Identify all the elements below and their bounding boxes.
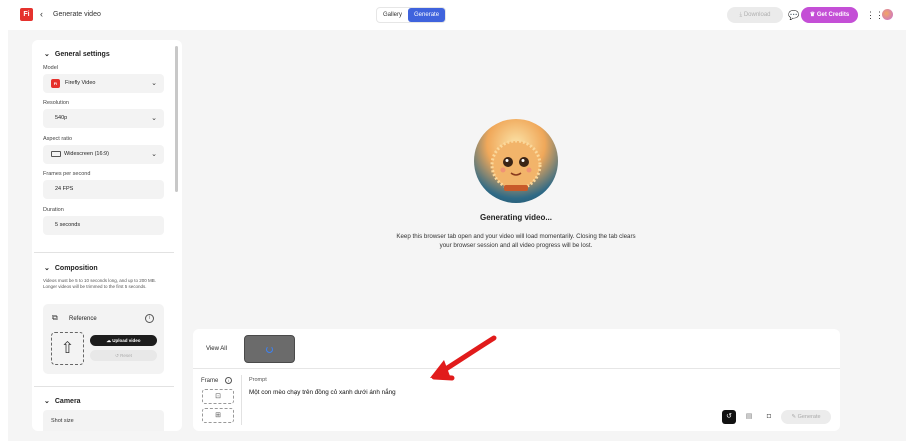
upload-video-button[interactable]: ☁ Upload video [90, 335, 157, 346]
download-label: Download [743, 12, 771, 18]
prompt-input[interactable]: Một con mèo chạy trên đồng cỏ xanh dưới … [249, 388, 396, 397]
chevron-down-icon: ⌄ [44, 265, 50, 272]
general-settings-title: General settings [54, 51, 110, 58]
info-icon[interactable]: i [225, 377, 232, 384]
get-credits-button[interactable]: ♛ Get Credits [801, 7, 858, 23]
cloud-upload-icon: ⇧ [60, 340, 75, 357]
image-add-icon: ⊡ [215, 393, 221, 400]
model-label: Model [43, 65, 58, 71]
widescreen-icon [51, 151, 61, 157]
chevron-down-icon: ⌄ [44, 398, 50, 405]
get-credits-label: Get Credits [816, 12, 850, 18]
top-bar: Fi ‹ Generate video Gallery Generate ⤓ D… [0, 0, 914, 30]
composition-title: Composition [54, 265, 98, 272]
generate-label: Generate [797, 414, 821, 420]
history-icon[interactable]: ↺ [722, 410, 736, 424]
reference-title: Reference [69, 316, 97, 322]
chevron-down-icon: ⌄ [151, 80, 157, 87]
section-divider [34, 252, 174, 253]
tab-gallery[interactable]: Gallery [377, 8, 408, 22]
frame-label: Frame [201, 378, 219, 384]
camera-icon[interactable]: ◘ [762, 410, 776, 424]
fps-value: 24 FPS [55, 186, 74, 192]
upload-video-label: Upload video [112, 338, 141, 343]
chevron-down-icon: ⌄ [44, 51, 50, 58]
generating-status-title: Generating video... [479, 213, 552, 222]
last-frame-slot[interactable]: ⊞ [202, 408, 234, 423]
feedback-icon[interactable]: 💬 [788, 9, 799, 21]
chevron-down-icon: ⌄ [151, 115, 157, 122]
annotation-arrow-icon [430, 335, 497, 381]
upload-drop-zone[interactable]: ⇧ [51, 332, 84, 365]
general-settings-header[interactable]: ⌄ General settings [44, 50, 110, 60]
model-value: Firefly Video [65, 80, 96, 86]
image-style-icon[interactable]: ▤ [742, 410, 756, 424]
fps-label: Frames per second [43, 171, 91, 177]
page-title: Generate video [53, 11, 101, 18]
firefly-model-icon: Fi [51, 79, 60, 88]
aspect-ratio-label: Aspect ratio [43, 136, 73, 142]
firefly-logo[interactable]: Fi [20, 8, 33, 21]
composition-header[interactable]: ⌄ Composition [44, 264, 98, 274]
section-divider [34, 386, 174, 387]
loading-spinner-icon [266, 346, 273, 353]
sidebar-scrollbar[interactable] [175, 46, 178, 192]
view-toggle: Gallery Generate [376, 7, 447, 23]
model-select[interactable]: Fi Firefly Video ⌄ [43, 74, 164, 93]
panel-divider [193, 368, 840, 369]
composition-note: Videos must be 5 to 10 seconds long, and… [43, 278, 156, 289]
generate-button[interactable]: ✎ Generate [781, 410, 831, 424]
view-all-link[interactable]: View All [206, 345, 227, 353]
image-add-icon: ⊞ [215, 412, 221, 419]
crown-icon: ♛ [809, 12, 817, 18]
generating-status-description: Keep this browser tab open and your vide… [396, 233, 636, 249]
download-button[interactable]: ⤓ Download [727, 7, 783, 23]
avatar[interactable] [882, 9, 893, 20]
first-frame-slot[interactable]: ⊡ [202, 389, 234, 404]
camera-header[interactable]: ⌄ Camera [44, 397, 81, 407]
shot-size-label: Shot size [51, 418, 74, 424]
reference-shapes-icon: ⧉ [52, 313, 58, 322]
camera-title: Camera [54, 398, 81, 405]
resolution-select[interactable]: 540p ⌄ [43, 109, 164, 128]
aspect-ratio-select[interactable]: Widescreen (16:9) ⌄ [43, 145, 164, 164]
frame-separator [241, 375, 242, 425]
generating-preview-image [474, 119, 558, 203]
reset-label: Reset [120, 353, 132, 358]
aspect-ratio-value: Widescreen (16:9) [64, 151, 109, 157]
back-chevron-icon[interactable]: ‹ [40, 8, 43, 21]
chevron-down-icon: ⌄ [151, 151, 157, 158]
tab-generate[interactable]: Generate [408, 8, 446, 22]
resolution-value: 540p [55, 115, 68, 121]
generating-thumbnail[interactable] [244, 335, 295, 363]
fps-field[interactable]: 24 FPS [43, 180, 164, 199]
resolution-label: Resolution [43, 100, 69, 106]
reset-button[interactable]: ↺ Reset [90, 350, 157, 361]
info-icon[interactable]: i [145, 314, 154, 323]
prompt-label: Prompt [249, 377, 267, 383]
